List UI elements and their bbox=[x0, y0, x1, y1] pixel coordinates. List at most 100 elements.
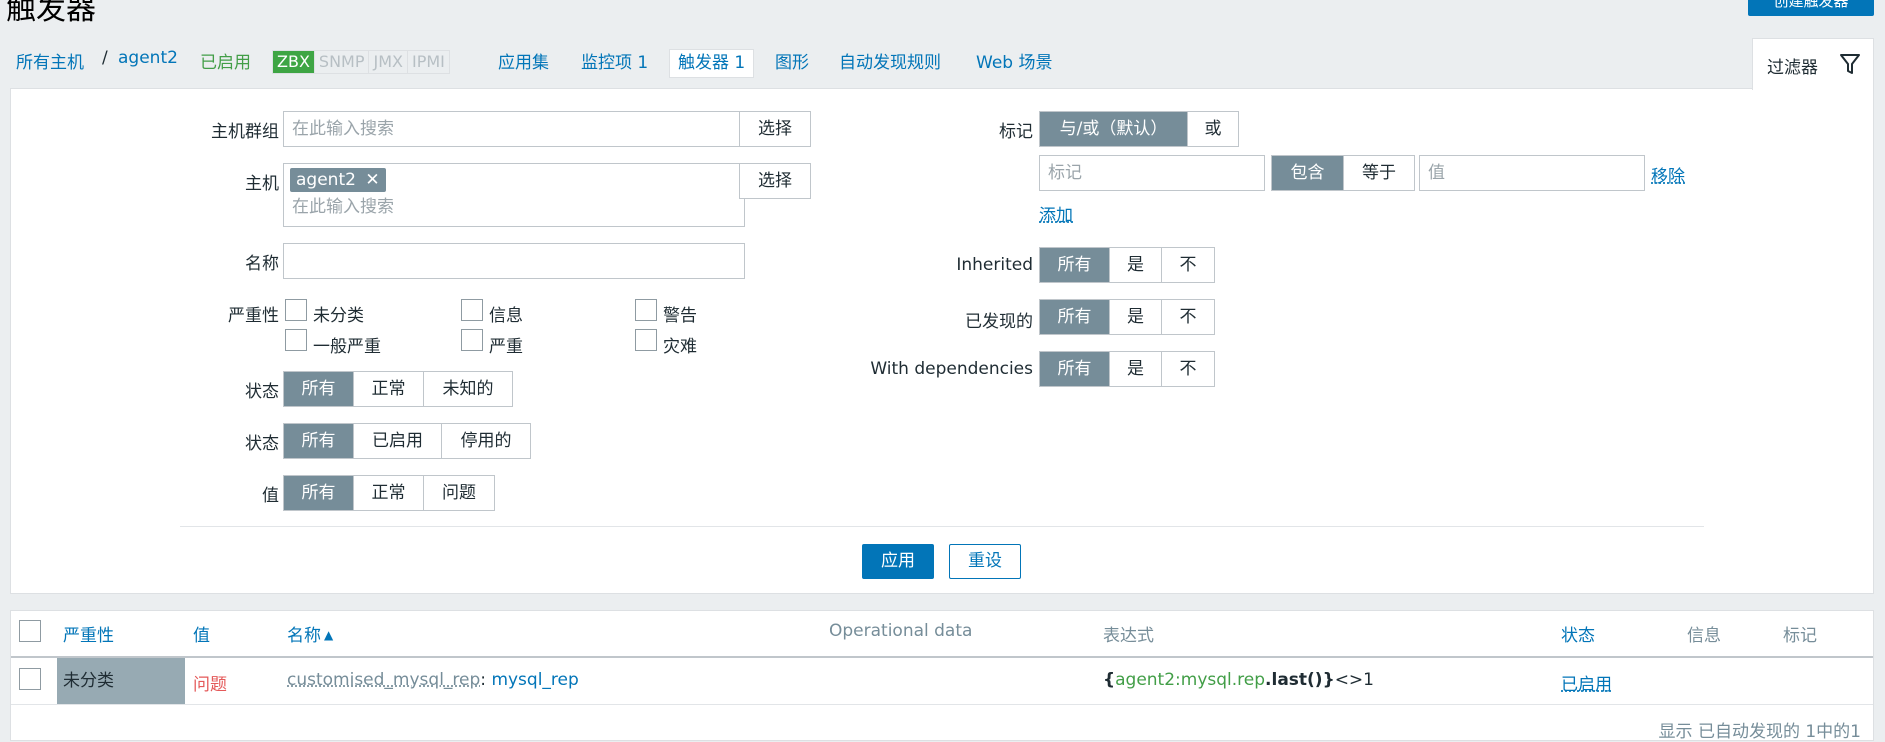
discovered-segment: 所有 是 不 bbox=[1039, 299, 1215, 335]
name-input[interactable] bbox=[283, 243, 745, 279]
remove-tag-icon[interactable]: ✕ bbox=[365, 170, 379, 190]
status-segment: 所有 已启用 停用的 bbox=[283, 423, 531, 459]
inherited-label: Inherited bbox=[956, 255, 1033, 275]
tab-triggers[interactable]: 触发器 1 bbox=[669, 49, 755, 78]
snmp-badge: SNMP bbox=[315, 51, 370, 73]
dependencies-yes[interactable]: 是 bbox=[1110, 352, 1162, 386]
header-tags: 标记 bbox=[1783, 626, 1817, 646]
trigger-name-link[interactable]: mysql_rep bbox=[491, 670, 578, 690]
inherited-all[interactable]: 所有 bbox=[1040, 248, 1110, 282]
tab-items[interactable]: 监控项 1 bbox=[581, 48, 648, 73]
status-disabled[interactable]: 停用的 bbox=[442, 424, 530, 458]
tag-name-input[interactable]: 标记 bbox=[1039, 155, 1265, 191]
reset-button[interactable]: 重设 bbox=[949, 544, 1021, 579]
triggers-table: 严重性 值 名称 ▲ Operational data 表达式 状态 信息 标记 … bbox=[10, 610, 1874, 742]
tag-match-contains[interactable]: 包含 bbox=[1272, 156, 1344, 190]
tags-operator-and-or[interactable]: 与/或（默认） bbox=[1040, 112, 1188, 146]
severity-disaster-label: 灾难 bbox=[663, 337, 697, 357]
zbx-badge: ZBX bbox=[273, 51, 315, 73]
filter-icon bbox=[1840, 54, 1860, 74]
dependencies-no[interactable]: 不 bbox=[1162, 352, 1214, 386]
breadcrumb-all-hosts[interactable]: 所有主机 bbox=[16, 48, 84, 73]
row-separator bbox=[11, 704, 1873, 705]
host-groups-select-button[interactable]: 选择 bbox=[739, 111, 811, 147]
header-info: 信息 bbox=[1687, 626, 1721, 646]
host-status[interactable]: 已启用 bbox=[200, 48, 251, 73]
tab-discovery[interactable]: 自动发现规则 bbox=[839, 48, 941, 73]
status-all[interactable]: 所有 bbox=[284, 424, 354, 458]
host-tag-label: agent2 bbox=[296, 170, 356, 190]
dependencies-label: With dependencies bbox=[870, 359, 1033, 379]
severity-label: 严重性 bbox=[228, 306, 279, 326]
state-unknown[interactable]: 未知的 bbox=[424, 372, 512, 406]
tag-add-link[interactable]: 添加 bbox=[1039, 201, 1073, 226]
name-cell: customised_mysql_rep: mysql_rep bbox=[287, 670, 579, 690]
severity-checkbox-high[interactable] bbox=[461, 329, 483, 351]
header-operational-data: Operational data bbox=[829, 621, 973, 641]
tab-graphs[interactable]: 图形 bbox=[775, 48, 809, 73]
expr-open: { bbox=[1103, 670, 1116, 690]
discovery-rule-link[interactable]: customised_mysql_rep bbox=[287, 670, 480, 690]
header-severity[interactable]: 严重性 bbox=[63, 621, 114, 646]
host-select-button[interactable]: 选择 bbox=[739, 163, 811, 199]
create-trigger-button[interactable]: 创建触发器 bbox=[1748, 0, 1874, 16]
tag-remove-link[interactable]: 移除 bbox=[1651, 162, 1685, 187]
severity-checkbox-disaster[interactable] bbox=[635, 329, 657, 351]
severity-checkbox-average[interactable] bbox=[285, 329, 307, 351]
severity-checkbox-warning[interactable] bbox=[635, 299, 657, 321]
select-all-checkbox[interactable] bbox=[19, 620, 41, 642]
tab-applications[interactable]: 应用集 bbox=[498, 48, 549, 73]
filter-divider bbox=[180, 526, 1704, 527]
filter-tab[interactable]: 过滤器 bbox=[1752, 38, 1874, 90]
tags-operator-segment: 与/或（默认） 或 bbox=[1039, 111, 1239, 147]
state-segment: 所有 正常 未知的 bbox=[283, 371, 513, 407]
tag-match-equals[interactable]: 等于 bbox=[1344, 156, 1414, 190]
discovered-all[interactable]: 所有 bbox=[1040, 300, 1110, 334]
value-all[interactable]: 所有 bbox=[284, 476, 354, 510]
severity-cell: 未分类 bbox=[57, 658, 185, 704]
tags-label: 标记 bbox=[999, 122, 1033, 142]
sort-ascending-icon: ▲ bbox=[324, 628, 334, 642]
discovered-yes[interactable]: 是 bbox=[1110, 300, 1162, 334]
header-value[interactable]: 值 bbox=[193, 621, 210, 646]
host-groups-label: 主机群组 bbox=[211, 122, 279, 142]
value-cell: 问题 bbox=[193, 675, 227, 695]
expr-func: .last() bbox=[1265, 670, 1323, 690]
host-tag: agent2 ✕ bbox=[290, 168, 386, 192]
severity-information-label: 信息 bbox=[489, 306, 523, 326]
table-footer: 显示 已自动发现的 1中的1 bbox=[1658, 722, 1861, 742]
inherited-yes[interactable]: 是 bbox=[1110, 248, 1162, 282]
header-status[interactable]: 状态 bbox=[1561, 621, 1595, 646]
state-normal[interactable]: 正常 bbox=[354, 372, 424, 406]
tab-web[interactable]: Web 场景 bbox=[976, 48, 1052, 73]
name-label: 名称 bbox=[245, 254, 279, 274]
status-cell[interactable]: 已启用 bbox=[1561, 670, 1612, 695]
ipmi-badge: IPMI bbox=[411, 52, 445, 71]
state-all[interactable]: 所有 bbox=[284, 372, 354, 406]
inherited-segment: 所有 是 不 bbox=[1039, 247, 1215, 283]
value-problem[interactable]: 问题 bbox=[424, 476, 494, 510]
severity-not-classified-label: 未分类 bbox=[313, 306, 364, 326]
header-name-label: 名称 bbox=[287, 626, 321, 646]
apply-button[interactable]: 应用 bbox=[862, 544, 934, 579]
expr-cmp: <>1 bbox=[1334, 670, 1374, 690]
header-expression: 表达式 bbox=[1103, 626, 1154, 646]
tags-operator-or[interactable]: 或 bbox=[1188, 112, 1238, 146]
page-title: 触发器 bbox=[6, 0, 96, 27]
severity-checkbox-not-classified[interactable] bbox=[285, 299, 307, 321]
breadcrumb-host[interactable]: agent2 bbox=[118, 48, 178, 68]
value-ok[interactable]: 正常 bbox=[354, 476, 424, 510]
tag-value-input[interactable]: 值 bbox=[1419, 155, 1645, 191]
header-name[interactable]: 名称 ▲ bbox=[287, 621, 333, 646]
inherited-no[interactable]: 不 bbox=[1162, 248, 1214, 282]
expr-key: agent2:mysql.rep bbox=[1115, 670, 1266, 690]
dependencies-all[interactable]: 所有 bbox=[1040, 352, 1110, 386]
host-input[interactable]: agent2 ✕ 在此输入搜索 bbox=[283, 163, 745, 227]
severity-checkbox-information[interactable] bbox=[461, 299, 483, 321]
discovered-no[interactable]: 不 bbox=[1162, 300, 1214, 334]
tag-match-segment: 包含 等于 bbox=[1271, 155, 1415, 191]
host-groups-input[interactable]: 在此输入搜索 bbox=[283, 111, 745, 147]
state-label: 状态 bbox=[245, 382, 279, 402]
row-checkbox[interactable] bbox=[19, 668, 41, 690]
status-enabled[interactable]: 已启用 bbox=[354, 424, 442, 458]
